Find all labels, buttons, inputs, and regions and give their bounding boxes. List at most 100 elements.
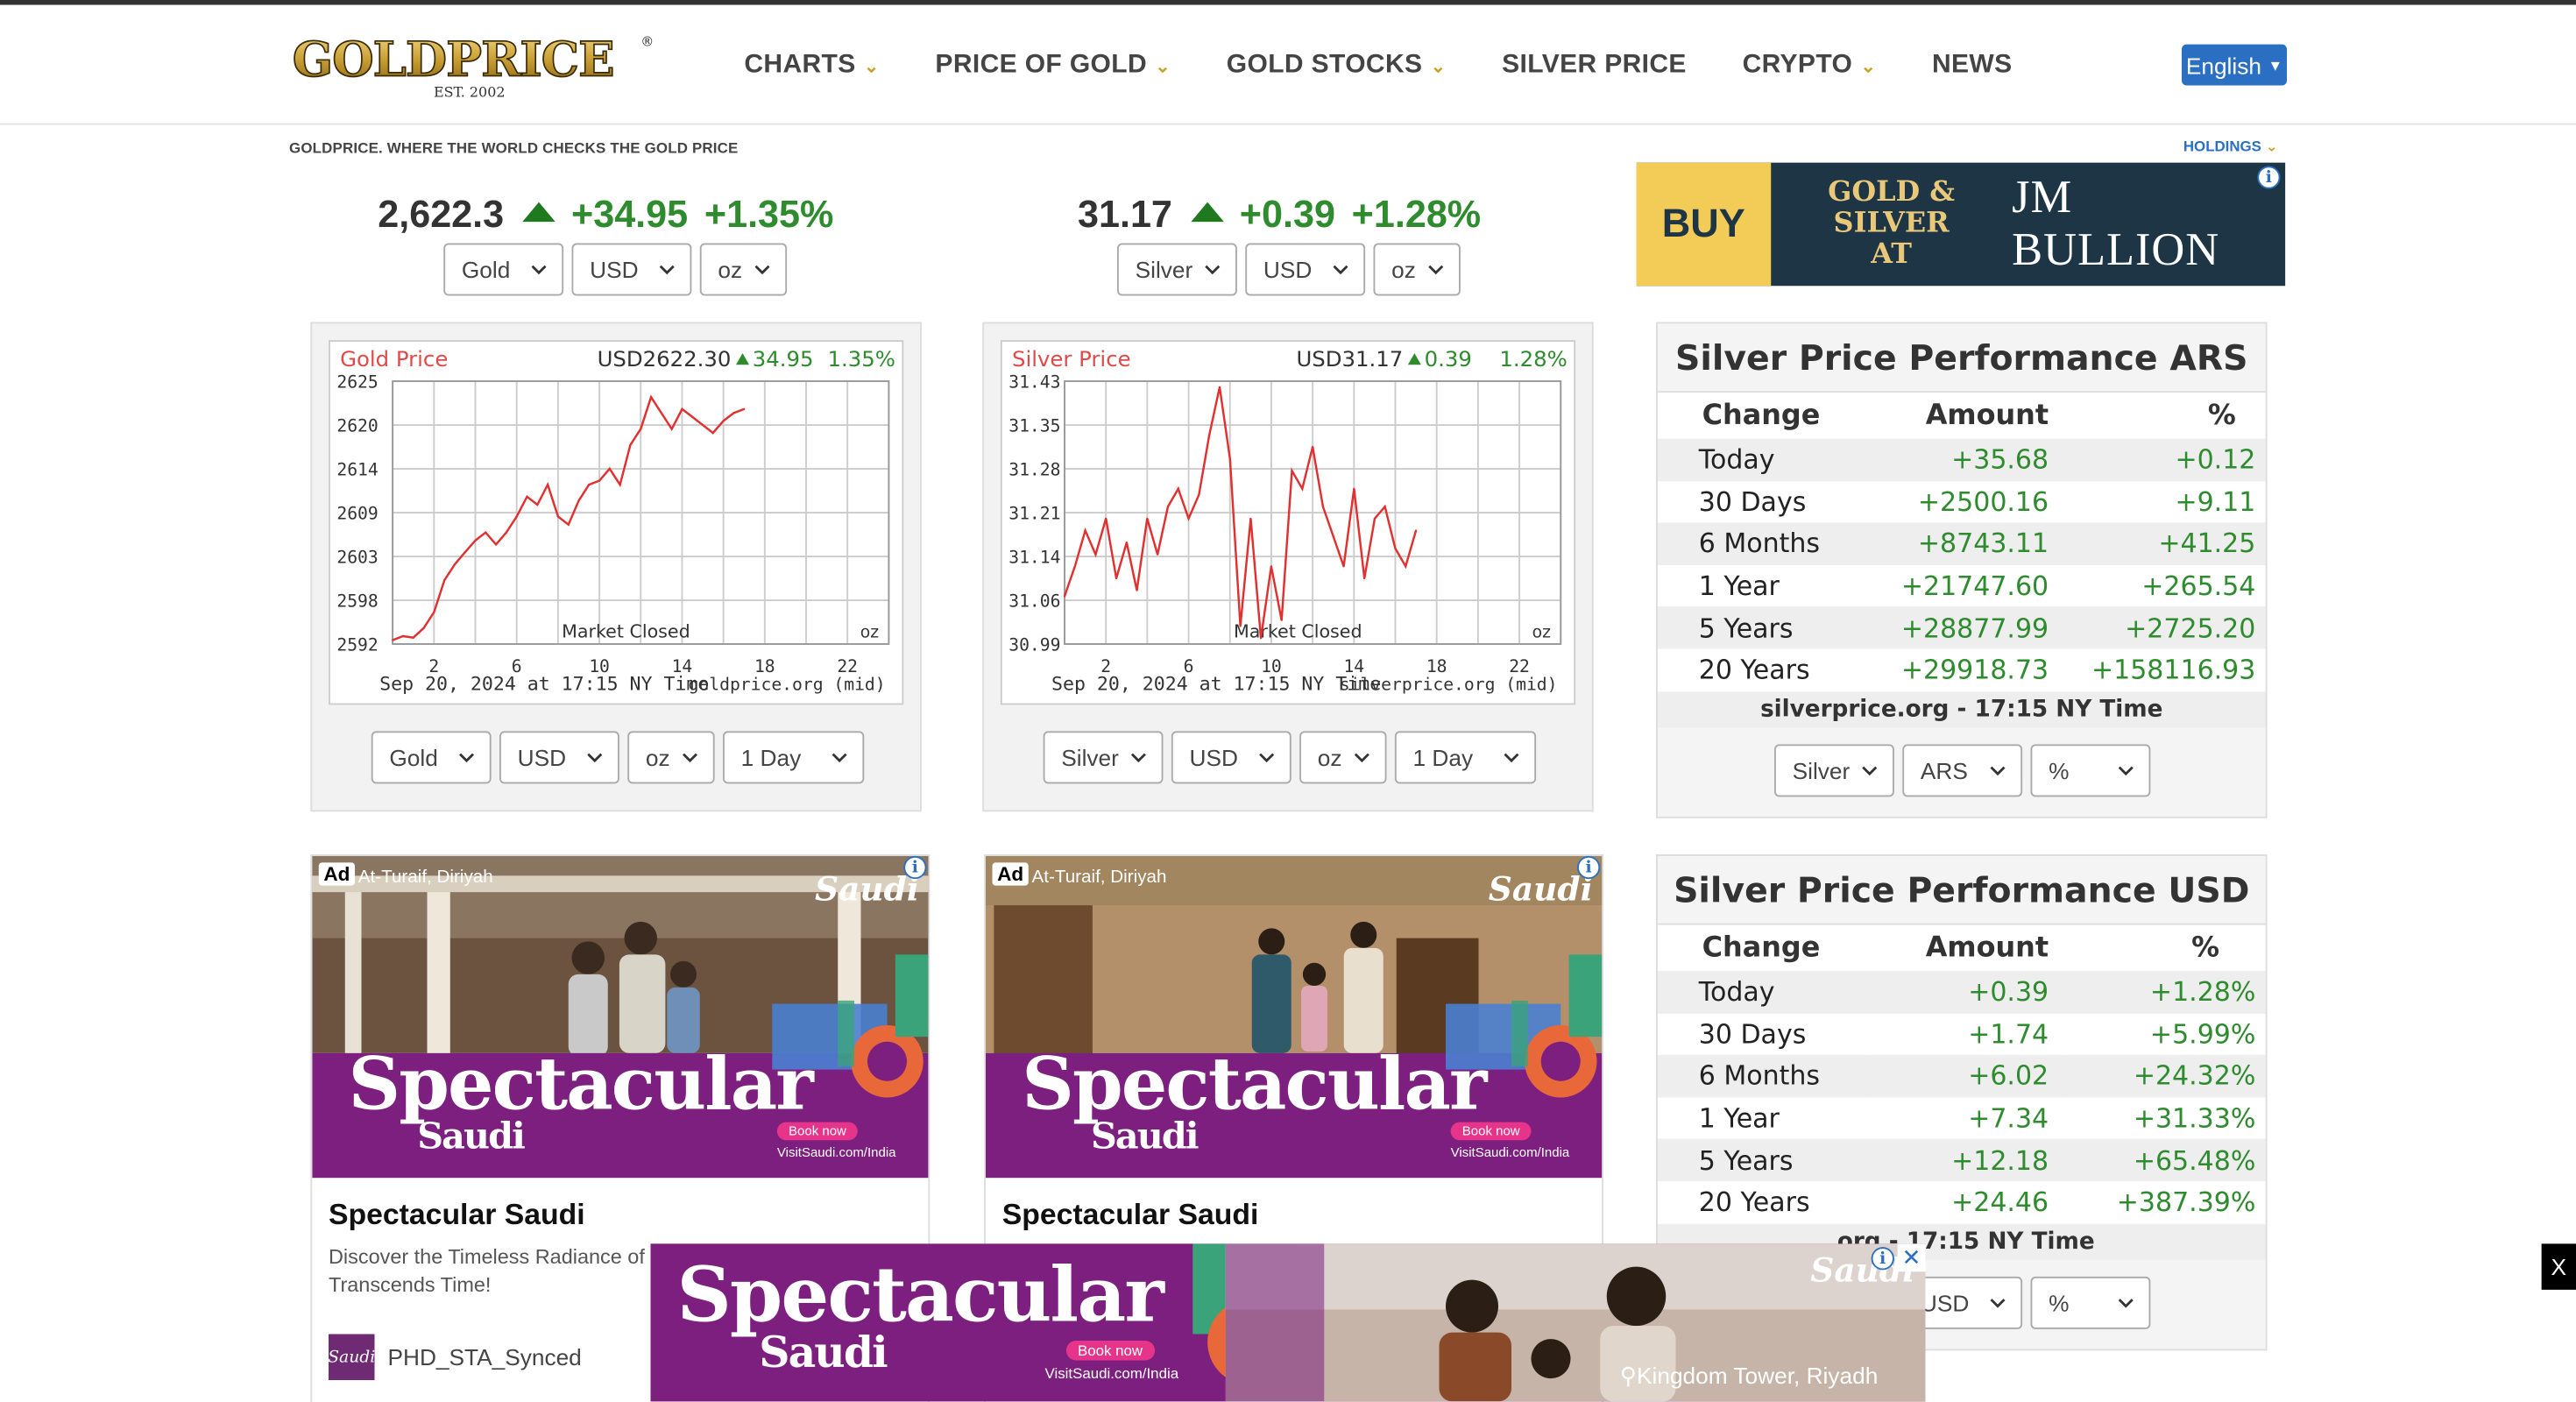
perf-usd-table: Change Amount % Today +0.39 +1.28% 30 Days +…: [1657, 924, 2266, 1224]
svg-text:GOLDPRICE: GOLDPRICE: [293, 31, 614, 87]
chevron-down-icon: [2118, 765, 2134, 775]
silver-chart-unit-select[interactable]: oz: [1299, 731, 1387, 784]
language-select[interactable]: English ▼: [2182, 44, 2287, 86]
chevron-down-icon: [1990, 765, 2006, 775]
data-point: [1073, 565, 1076, 568]
chevron-down-icon: [1428, 265, 1444, 275]
data-point: [1362, 577, 1366, 580]
silver-currency-select[interactable]: USD: [1245, 243, 1366, 296]
data-point: [536, 503, 539, 506]
perf-ars-currency-select[interactable]: ARS: [1902, 743, 2023, 797]
data-point: [701, 423, 704, 427]
data-point: [1321, 506, 1325, 508]
page-root: GOLDPRICE ® EST. 2002 CHARTS ⌄ PRICE OF G…: [0, 0, 2576, 1402]
y-tick-label: 31.06: [1008, 591, 1060, 612]
data-point: [1301, 487, 1304, 490]
y-tick-label: 31.28: [1008, 460, 1060, 480]
row-amount: +12.18: [1865, 1139, 2063, 1182]
ad-info-icon[interactable]: i: [1577, 855, 1601, 880]
nav-silver-price[interactable]: SILVER PRICE: [1502, 51, 1687, 81]
chevron-down-icon: [683, 753, 697, 763]
data-point: [1373, 517, 1376, 520]
row-label: 6 Months: [1657, 1055, 1865, 1098]
close-button[interactable]: X: [2541, 1243, 2576, 1290]
data-point: [442, 579, 446, 582]
gold-chart-unit-select[interactable]: oz: [627, 731, 715, 784]
table-row: 5 Years +12.18 +65.48%: [1657, 1139, 2266, 1182]
table-row: Today +0.39 +1.28%: [1657, 971, 2266, 1014]
table-row: 6 Months +6.02 +24.32%: [1657, 1055, 2266, 1098]
gold-metal-select[interactable]: Gold: [443, 243, 564, 296]
chevron-down-icon: [1259, 753, 1275, 763]
chart-timestamp: Sep 20, 2024 at 17:15 NY Time: [379, 674, 709, 696]
x-tick-label: 18: [1426, 656, 1447, 676]
nav-gold-stocks[interactable]: GOLD STOCKS ⌄: [1227, 51, 1447, 81]
ad-close-icon[interactable]: ✕: [1897, 1243, 1926, 1272]
perf-ars-mode-select[interactable]: %: [2030, 743, 2151, 797]
ad-book-now[interactable]: Book now: [1450, 1122, 1532, 1141]
nav-price-of-gold[interactable]: PRICE OF GOLD ⌄: [935, 51, 1171, 81]
row-amount: +7.34: [1865, 1097, 2063, 1140]
chevron-down-icon: [1862, 765, 1878, 775]
gold-chart-range-select[interactable]: 1 Day: [723, 731, 865, 784]
table-row: 30 Days +1.74 +5.99%: [1657, 1013, 2266, 1056]
data-point: [412, 636, 414, 639]
nav-news[interactable]: NEWS: [1932, 51, 2013, 81]
chevron-down-icon: [1504, 753, 1519, 763]
ad-info-icon[interactable]: i: [903, 855, 927, 880]
silver-chart-currency-select[interactable]: USD: [1171, 731, 1292, 784]
data-point: [732, 412, 735, 414]
row-label: 20 Years: [1657, 648, 1865, 691]
data-point: [1312, 445, 1314, 449]
up-arrow-icon: [1190, 201, 1224, 222]
gold-chart-panel: Gold Price USD2622.30 34.95 1.35% 2625 2620 26…: [310, 322, 922, 812]
row-label: 6 Months: [1657, 522, 1865, 565]
y-tick-label: 2620: [336, 416, 378, 436]
data-point: [640, 428, 642, 430]
y-tick-label: 2625: [336, 372, 378, 393]
ad-headline: Spectacular: [348, 1043, 814, 1128]
table-row: 1 Year +7.34 +31.33%: [1657, 1097, 2266, 1140]
chevron-down-icon: [1205, 265, 1221, 275]
silver-ticker: 31.17 +0.39 +1.28%: [1078, 192, 1481, 237]
gold-currency-select[interactable]: USD: [571, 243, 692, 296]
silver-metal-select[interactable]: Silver: [1117, 243, 1237, 296]
bottom-sticky-ad[interactable]: Spectacular Saudi Book now VisitSaudi.co…: [650, 1243, 1926, 1402]
silver-chart-range-select[interactable]: 1 Day: [1394, 731, 1537, 784]
ad-book-now[interactable]: Book now: [776, 1122, 859, 1141]
col-header-amount: Amount: [1865, 393, 2063, 439]
data-point: [494, 543, 498, 546]
main-nav: CHARTS ⌄ PRICE OF GOLD ⌄ GOLD STOCKS ⌄ SILV…: [744, 51, 2068, 81]
data-point: [1187, 517, 1190, 520]
data-point: [588, 484, 591, 486]
row-percent: +387.39%: [2062, 1181, 2266, 1224]
gold-chart-currency-select[interactable]: USD: [499, 731, 619, 784]
silver-chart-metal-select[interactable]: Silver: [1043, 731, 1164, 784]
ad-advertiser: Saudi PHD_STA_Synced: [328, 1334, 582, 1380]
table-row: Today +35.68 +0.12: [1657, 438, 2266, 481]
gold-chart-metal-select[interactable]: Gold: [371, 731, 492, 784]
price-series-line: [392, 394, 745, 641]
x-tick-label: 18: [754, 656, 775, 676]
row-percent: +41.25: [2062, 522, 2266, 565]
data-point: [401, 634, 405, 638]
chart-headline-price: USD31.17: [1296, 346, 1403, 372]
holdings-link[interactable]: HOLDINGS ⌄: [2183, 138, 2278, 157]
goldprice-logo[interactable]: GOLDPRICE ® EST. 2002: [289, 28, 657, 107]
perf-ars-table: Change Amount % Today +35.68 +0.12 30 Days +…: [1657, 393, 2266, 691]
table-row: 1 Year +21747.60 +265.54: [1657, 564, 2266, 607]
bottom-ad-book-now[interactable]: Book now: [1065, 1341, 1155, 1361]
data-point: [1342, 565, 1345, 568]
ad-info-icon[interactable]: i: [1871, 1247, 1894, 1271]
nav-charts[interactable]: CHARTS ⌄: [744, 51, 879, 81]
ad-info-icon[interactable]: i: [2257, 166, 2281, 189]
perf-usd-mode-select[interactable]: %: [2030, 1276, 2151, 1329]
row-amount: +29918.73: [1865, 648, 2063, 691]
row-label: 5 Years: [1657, 1139, 1865, 1182]
jm-bullion-ad[interactable]: BUY GOLD & SILVER AT JM BULLION: [1636, 162, 2286, 287]
perf-ars-metal-select[interactable]: Silver: [1774, 743, 1894, 797]
nav-crypto[interactable]: CRYPTO ⌄: [1743, 51, 1877, 81]
gold-unit-select[interactable]: oz: [699, 243, 788, 296]
silver-unit-select[interactable]: oz: [1373, 243, 1461, 296]
gold-percent: +1.35%: [704, 192, 834, 236]
